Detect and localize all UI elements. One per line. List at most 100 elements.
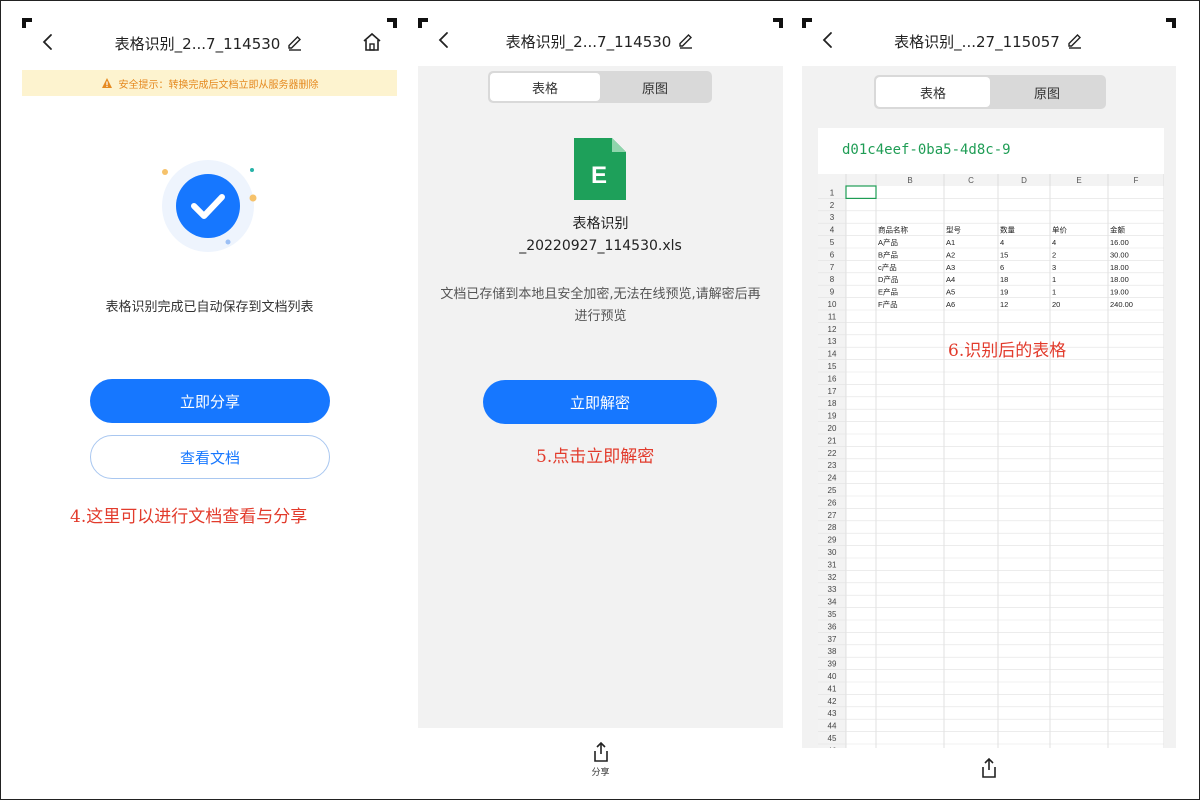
sheet-name: d01c4eef-0ba5-4d8c-9 xyxy=(842,142,1011,158)
tab-original-image[interactable]: 原图 xyxy=(600,73,710,101)
row-number: 16 xyxy=(828,374,837,383)
table-cell: D产品 xyxy=(878,274,898,284)
row-number: 45 xyxy=(828,734,837,743)
row-number: 13 xyxy=(828,337,837,346)
column-header-label: E xyxy=(1076,176,1081,185)
row-number: 8 xyxy=(830,275,835,284)
share-label: 分享 xyxy=(591,767,610,778)
row-number: 24 xyxy=(828,474,837,483)
row-number: 32 xyxy=(828,573,837,582)
row-number: 11 xyxy=(828,312,837,321)
page-title: 表格识别_...27_115057 xyxy=(894,31,1084,52)
back-arrow-icon[interactable] xyxy=(38,32,58,52)
annotation-step-5: 5.点击立即解密 xyxy=(536,447,655,467)
result-screen: 表格识别_2...7_114530 安全提示：转换完成后文档立即从服务器删除 表… xyxy=(22,18,397,788)
row-number: 39 xyxy=(828,660,837,669)
row-number: 37 xyxy=(828,635,837,644)
share-action[interactable]: 分享 xyxy=(418,730,783,788)
table-cell: 15 xyxy=(1000,250,1008,259)
share-icon[interactable] xyxy=(591,741,611,763)
column-header-label: C xyxy=(968,176,974,185)
row-number: 18 xyxy=(828,399,837,408)
table-cell: 单价 xyxy=(1052,225,1068,235)
row-number: 4 xyxy=(830,226,835,235)
decrypt-now-button[interactable]: 立即解密 xyxy=(483,380,717,424)
row-number: 17 xyxy=(828,387,837,396)
composite-screenshot: 表格识别_2...7_114530 安全提示：转换完成后文档立即从服务器删除 表… xyxy=(0,0,1200,800)
page-title: 表格识别_2...7_114530 xyxy=(506,31,696,52)
page-title-text: 表格识别_...27_115057 xyxy=(894,32,1060,51)
row-number: 35 xyxy=(828,610,837,619)
view-tabs: 表格 原图 xyxy=(488,71,712,103)
table-cell: F产品 xyxy=(878,299,898,309)
table-cell: 30.00 xyxy=(1110,250,1129,259)
column-header-label: F xyxy=(1134,176,1139,185)
back-arrow-icon[interactable] xyxy=(434,30,454,50)
table-cell: 19 xyxy=(1000,288,1008,297)
table-cell: A4 xyxy=(946,275,955,284)
table-cell: 数量 xyxy=(1000,225,1015,235)
table-cell: A5 xyxy=(946,288,955,297)
table-cell: 240.00 xyxy=(1110,300,1133,309)
share-now-button[interactable]: 立即分享 xyxy=(90,379,330,423)
row-number: 1 xyxy=(830,188,835,197)
page-title-text: 表格识别_2...7_114530 xyxy=(505,32,672,51)
selected-cell xyxy=(845,185,877,199)
tab-table[interactable]: 表格 xyxy=(490,73,600,101)
table-result-screen: 表格识别_...27_115057 表格 原图 d01c4eef-0ba5-4d… xyxy=(802,18,1176,788)
back-arrow-icon[interactable] xyxy=(818,30,838,50)
column-header-label: D xyxy=(1021,176,1027,185)
table-cell: 4 xyxy=(1052,238,1056,247)
tab-table[interactable]: 表格 xyxy=(876,77,990,107)
home-icon[interactable] xyxy=(361,31,383,53)
table-cell: 3 xyxy=(1052,263,1056,272)
row-number: 28 xyxy=(828,523,837,532)
table-cell: A2 xyxy=(946,250,955,259)
row-number: 19 xyxy=(828,412,837,421)
row-number: 30 xyxy=(828,548,837,557)
file-name-line2: _20220927_114530.xls xyxy=(519,238,682,254)
annotation-step-6: 6.识别后的表格 xyxy=(948,341,1067,361)
spreadsheet-grid: B C D E F12345678910111213141516171819202122… xyxy=(818,174,1164,748)
view-document-button[interactable]: 查看文档 xyxy=(90,435,330,479)
table-cell: 6 xyxy=(1000,263,1004,272)
column-header-label: B xyxy=(907,176,912,185)
row-number: 34 xyxy=(828,598,837,607)
security-warning-bar: 安全提示：转换完成后文档立即从服务器删除 xyxy=(22,70,397,96)
row-number: 6 xyxy=(830,250,835,259)
row-number: 26 xyxy=(828,498,837,507)
edit-pencil-icon[interactable] xyxy=(1066,32,1084,50)
table-cell: 18.00 xyxy=(1110,263,1129,272)
table-cell: 16.00 xyxy=(1110,238,1129,247)
content-area: 表格 原图 E 表格识别 _20220927_114530.xls 文档已存储到… xyxy=(418,66,783,728)
row-number: 3 xyxy=(830,213,835,222)
table-cell: 18.00 xyxy=(1110,275,1129,284)
row-number: 43 xyxy=(828,709,837,718)
edit-pencil-icon[interactable] xyxy=(286,34,304,52)
edit-pencil-icon[interactable] xyxy=(677,32,695,50)
table-cell: 12 xyxy=(1000,300,1008,309)
page-title-text: 表格识别_2...7_114530 xyxy=(114,34,281,53)
row-number: 40 xyxy=(828,672,837,681)
share-action[interactable] xyxy=(802,748,1176,788)
row-number: 2 xyxy=(830,201,835,210)
table-cell: 1 xyxy=(1052,288,1056,297)
nav-bar: 表格识别_...27_115057 xyxy=(802,18,1176,64)
table-cell: A6 xyxy=(946,300,955,309)
table-cell: A产品 xyxy=(878,237,898,247)
annotation-step-4: 4.这里可以进行文档查看与分享 xyxy=(70,507,308,527)
row-number: 27 xyxy=(828,511,837,520)
page-title: 表格识别_2...7_114530 xyxy=(115,33,305,54)
encrypted-notice: 文档已存储到本地且安全加密,无法在线预览,请解密后再进行预览 xyxy=(440,287,761,324)
spreadsheet-preview[interactable]: d01c4eef-0ba5-4d8c-9 B C D E F 1 2 3 4 5 6 7 8 9 10 11 1… xyxy=(818,128,1164,748)
row-number: 7 xyxy=(830,263,835,272)
row-number: 23 xyxy=(828,461,837,470)
row-number: 31 xyxy=(828,560,837,569)
row-number: 12 xyxy=(828,325,837,334)
row-number: 9 xyxy=(830,288,835,297)
share-icon[interactable] xyxy=(979,757,999,779)
table-cell: A1 xyxy=(946,238,955,247)
security-warning-text: 安全提示：转换完成后文档立即从服务器删除 xyxy=(118,79,319,91)
tab-original-image[interactable]: 原图 xyxy=(990,77,1104,107)
success-check-icon xyxy=(162,160,257,252)
